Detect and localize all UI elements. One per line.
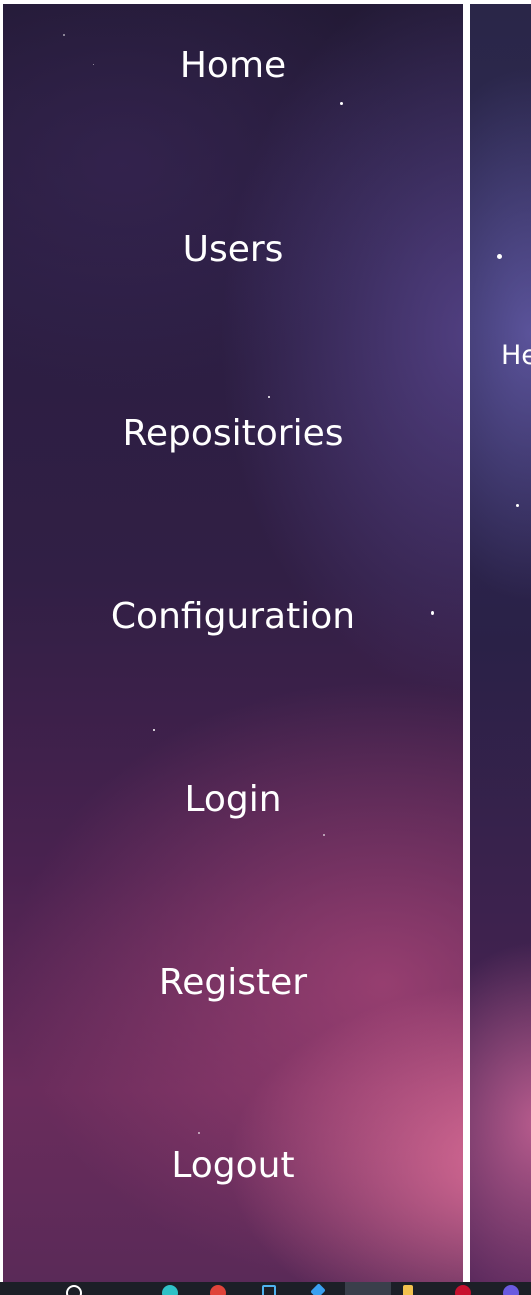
sidebar-nav: Home Users Repositories Configuration Lo…: [3, 4, 463, 1282]
taskbar: [0, 1282, 531, 1295]
star-decoration: [63, 34, 65, 36]
vscode-icon[interactable]: [345, 1282, 391, 1295]
star-decoration: [497, 254, 502, 259]
main-heading-partial: He: [501, 340, 531, 371]
main-content: He: [470, 4, 531, 1282]
chrome-icon[interactable]: [210, 1285, 226, 1295]
star-decoration: [340, 102, 343, 105]
file-explorer-icon[interactable]: [262, 1285, 276, 1295]
star-decoration: [516, 504, 519, 507]
teal-app-icon[interactable]: [162, 1285, 178, 1295]
search-icon[interactable]: [66, 1285, 82, 1295]
star-decoration: [323, 834, 325, 836]
star-decoration: [268, 396, 270, 398]
sidebar-item-users[interactable]: Users: [3, 228, 463, 272]
sidebar-item-repositories[interactable]: Repositories: [3, 412, 463, 456]
purple-app-icon[interactable]: [503, 1285, 519, 1295]
star-decoration: [198, 1132, 200, 1134]
sidebar-item-register[interactable]: Register: [3, 961, 463, 1005]
sidebar-item-logout[interactable]: Logout: [3, 1144, 463, 1188]
window-frame: Home Users Repositories Configuration Lo…: [0, 0, 531, 1282]
sidebar-item-home[interactable]: Home: [3, 44, 463, 88]
folder-icon[interactable]: [403, 1285, 413, 1295]
sidebar-item-login[interactable]: Login: [3, 778, 463, 822]
opera-icon[interactable]: [455, 1285, 471, 1295]
store-icon[interactable]: [310, 1283, 326, 1295]
star-decoration: [153, 729, 155, 731]
sidebar-item-configuration[interactable]: Configuration: [3, 595, 463, 639]
